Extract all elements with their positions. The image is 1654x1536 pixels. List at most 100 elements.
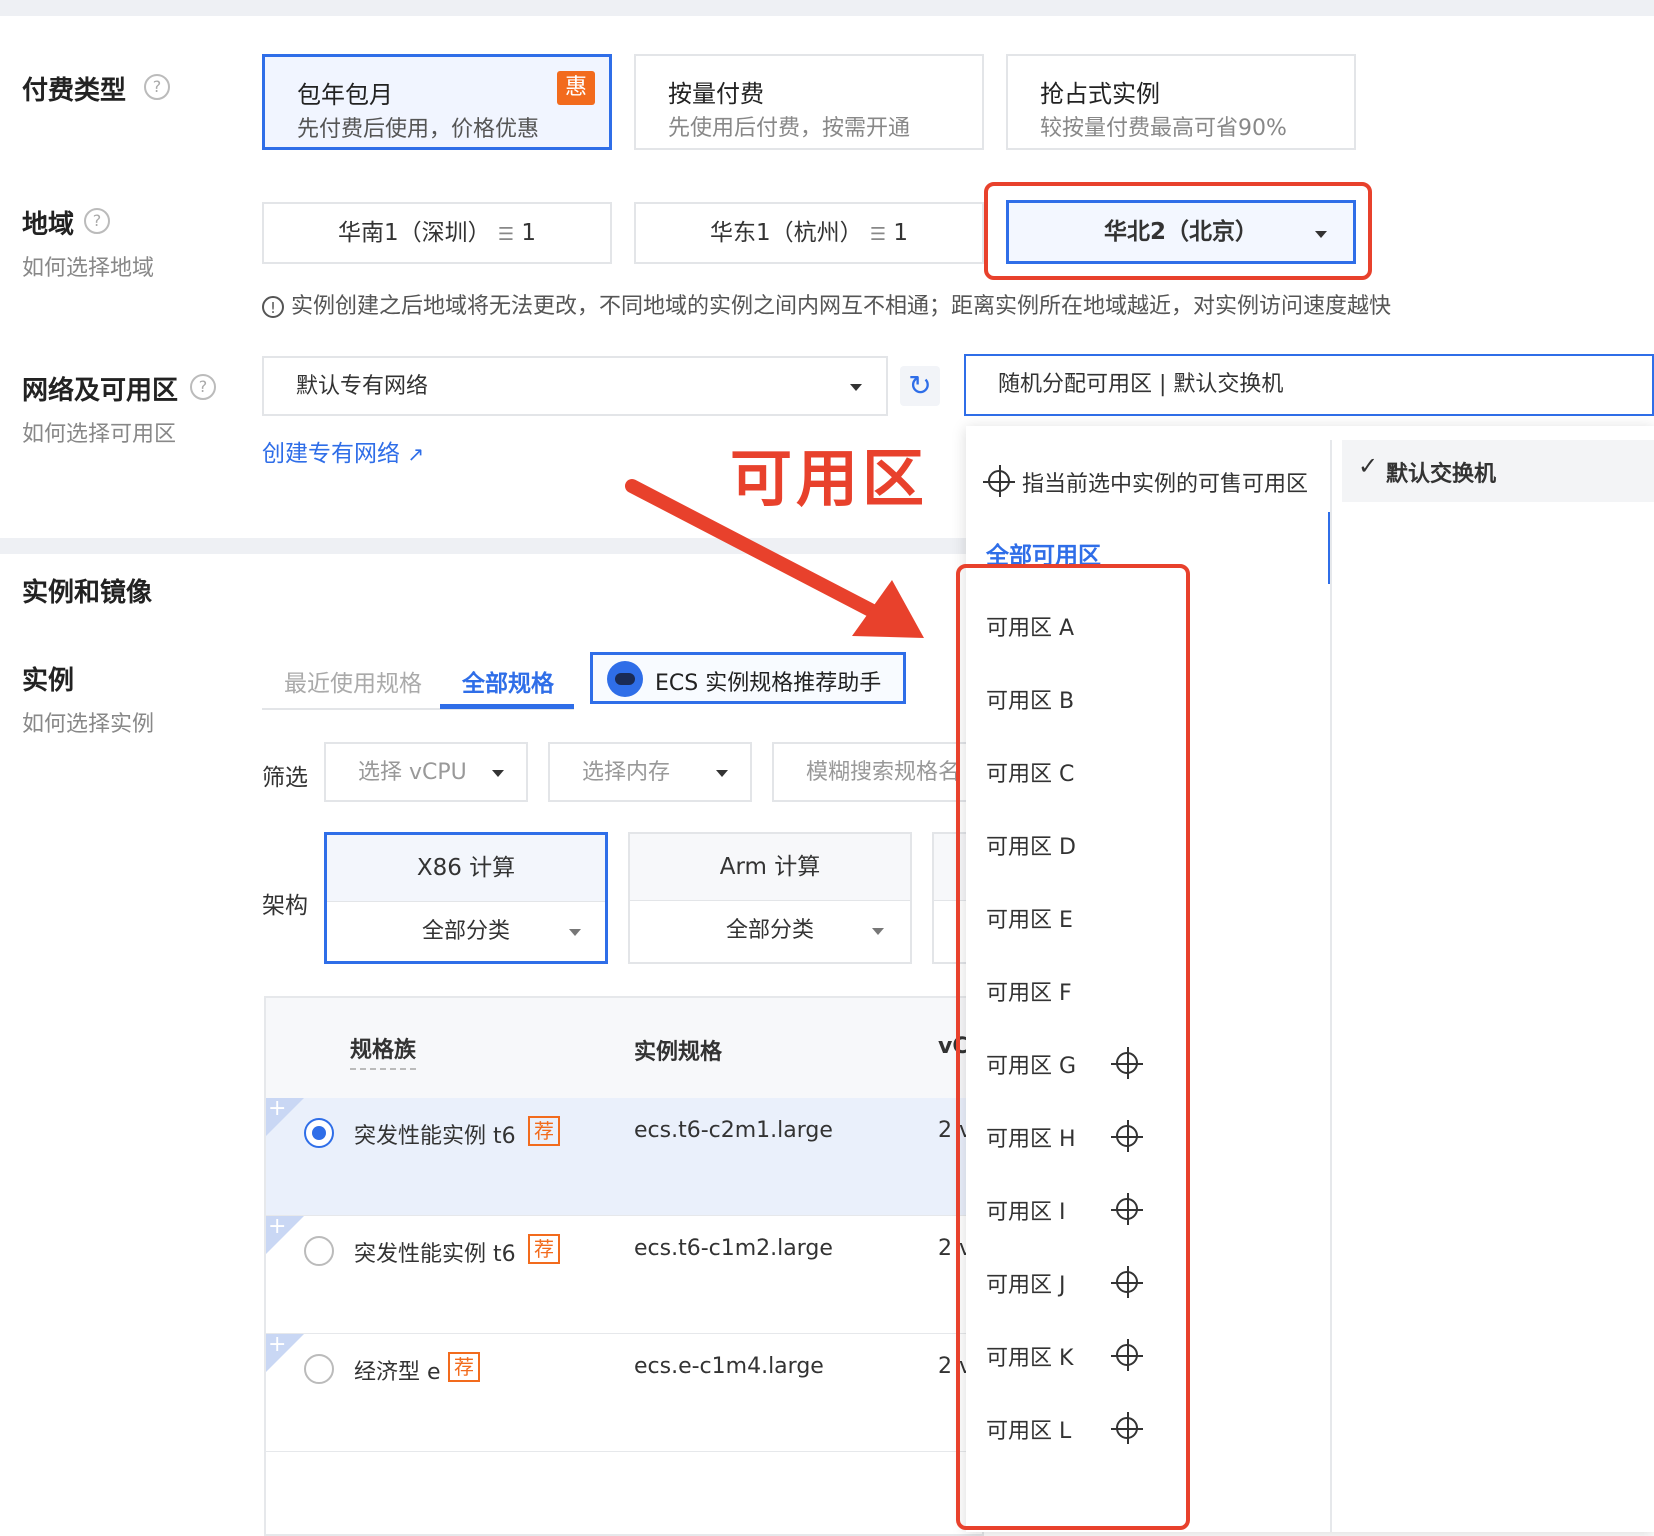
arch-label: 架构: [262, 893, 308, 919]
caret-down-icon: [569, 929, 581, 936]
spec-table: 规格族 实例规格 vC + 突发性能实例 t6 荐 ecs.t6-c2m1.la…: [264, 996, 984, 1536]
help-icon[interactable]: ?: [190, 374, 216, 400]
expand-icon[interactable]: +: [266, 1214, 304, 1254]
region-name: 华北2（北京）: [1103, 219, 1258, 245]
billing-option-desc: 先使用后付费，按需开通: [668, 116, 911, 141]
zone-select-value: 随机分配可用区 | 默认交换机: [998, 372, 1284, 397]
spec-assistant-button[interactable]: ECS 实例规格推荐助手: [590, 652, 906, 704]
robot-icon: [607, 661, 643, 697]
region-select-beijing[interactable]: 华北2（北京）: [1006, 200, 1356, 264]
vcpu-filter[interactable]: 选择 vCPU: [324, 742, 528, 802]
row-family: 突发性能实例 t6: [354, 1242, 516, 1267]
create-vpc-link[interactable]: 创建专有网络 ↗: [262, 434, 424, 468]
tab-all-specs[interactable]: 全部规格: [462, 664, 554, 698]
row-radio[interactable]: [304, 1118, 334, 1148]
table-row[interactable]: + 突发性能实例 t6 荐 ecs.t6-c2m1.large 2 v: [266, 1096, 982, 1216]
panel-divider: [1330, 440, 1332, 1532]
caret-down-icon: [492, 770, 504, 777]
annotation-arrow-icon: [625, 479, 924, 638]
top-divider: [0, 0, 1654, 16]
region-count: 1: [521, 220, 537, 246]
region-notice-text: 实例创建之后地域将无法更改，不同地域的实例之间内网互不相通；距离实例所在地域越近…: [291, 294, 1392, 319]
row-radio[interactable]: [304, 1354, 334, 1384]
caret-down-icon: [872, 928, 884, 935]
arch-arm[interactable]: Arm 计算 全部分类: [628, 832, 912, 964]
server-icon: ☰: [497, 224, 515, 245]
refresh-icon[interactable]: ↻: [900, 366, 940, 406]
caret-down-icon: [850, 384, 862, 391]
region-help-link[interactable]: 如何选择地域: [22, 250, 154, 282]
help-icon[interactable]: ?: [144, 74, 170, 100]
row-spec: ecs.t6-c2m1.large: [634, 1118, 833, 1143]
discount-badge: 惠: [557, 71, 595, 105]
switch-option-label: 默认交换机: [1386, 462, 1497, 487]
crosshair-icon: [983, 465, 1015, 497]
billing-option-title: 抢占式实例: [1040, 80, 1160, 108]
region-label: 地域: [22, 210, 75, 240]
vpc-select-value: 默认专有网络: [296, 374, 429, 399]
expand-icon[interactable]: +: [266, 1332, 304, 1372]
info-icon: !: [262, 296, 284, 318]
spec-assistant-label: ECS 实例规格推荐助手: [655, 671, 882, 696]
vcpu-filter-placeholder: 选择 vCPU: [358, 760, 467, 785]
region-option-hangzhou[interactable]: 华东1（杭州） ☰ 1: [634, 202, 984, 264]
row-radio[interactable]: [304, 1236, 334, 1266]
table-header: 规格族 实例规格 vC: [266, 998, 982, 1098]
row-spec: ecs.e-c1m4.large: [634, 1354, 824, 1379]
highlight-box-zones: [956, 564, 1190, 1530]
recommend-tag: 荐: [448, 1352, 480, 1382]
memory-filter-placeholder: 选择内存: [582, 760, 671, 785]
help-icon[interactable]: ?: [84, 208, 110, 234]
caret-down-icon: [1315, 231, 1327, 238]
region-count: 1: [893, 220, 909, 246]
billing-option-desc: 较按量付费最高可省90%: [1040, 116, 1287, 141]
region-name: 华南1（深圳）: [337, 220, 491, 246]
billing-option-payg[interactable]: 按量付费 先使用后付费，按需开通: [634, 54, 984, 150]
billing-option-desc: 先付费后使用，价格优惠: [297, 117, 540, 142]
spec-search-input[interactable]: 模糊搜索规格名: [772, 742, 972, 802]
network-label: 网络及可用区: [22, 376, 179, 406]
arch-name: X86 计算: [327, 835, 605, 902]
arch-category-select[interactable]: 全部分类: [630, 900, 910, 962]
create-vpc-link-text: 创建专有网络: [262, 441, 400, 467]
filter-label: 筛选: [262, 765, 308, 791]
arch-name: Arm 计算: [630, 834, 910, 901]
recommend-tag: 荐: [528, 1234, 560, 1264]
region-name: 华东1（杭州）: [709, 220, 863, 246]
instance-help-link[interactable]: 如何选择实例: [22, 706, 154, 738]
arch-category-value: 全部分类: [421, 919, 510, 944]
region-notice: ! 实例创建之后地域将无法更改，不同地域的实例之间内网互不相通；距离实例所在地域…: [262, 288, 1391, 320]
spec-search-placeholder: 模糊搜索规格名: [806, 760, 961, 785]
table-row[interactable]: + 经济型 e 荐 ecs.e-c1m4.large 2 v: [266, 1332, 982, 1452]
region-option-shenzhen[interactable]: 华南1（深圳） ☰ 1: [262, 202, 612, 264]
tab-recent-specs[interactable]: 最近使用规格: [284, 664, 422, 698]
zone-help-link[interactable]: 如何选择可用区: [22, 416, 176, 448]
checkmark-icon: ✓: [1358, 452, 1379, 480]
arch-category-value: 全部分类: [725, 918, 814, 943]
arch-x86[interactable]: X86 计算 全部分类: [324, 832, 608, 964]
row-family: 经济型 e: [354, 1360, 441, 1385]
external-link-icon: ↗: [407, 442, 425, 466]
instance-label: 实例: [22, 666, 75, 696]
expand-icon[interactable]: +: [266, 1096, 304, 1136]
instance-section-title: 实例和镜像: [22, 578, 153, 608]
caret-down-icon: [716, 770, 728, 777]
billing-option-title: 包年包月: [297, 81, 393, 109]
server-icon: ☰: [869, 224, 887, 245]
vpc-select[interactable]: 默认专有网络: [262, 356, 888, 416]
tab-active-indicator: [440, 704, 574, 709]
column-header-family[interactable]: 规格族: [350, 1032, 417, 1070]
arch-category-select[interactable]: 全部分类: [327, 901, 605, 961]
billing-option-title: 按量付费: [668, 80, 764, 108]
table-row[interactable]: + 突发性能实例 t6 荐 ecs.t6-c1m2.large 2 v: [266, 1214, 982, 1334]
billing-option-subscription[interactable]: 包年包月 先付费后使用，价格优惠 惠: [262, 54, 612, 150]
row-family: 突发性能实例 t6: [354, 1124, 516, 1149]
billing-option-spot[interactable]: 抢占式实例 较按量付费最高可省90%: [1006, 54, 1356, 150]
zone-select-input[interactable]: 随机分配可用区 | 默认交换机: [964, 354, 1654, 416]
column-header-spec: 实例规格: [634, 1040, 723, 1065]
row-spec: ecs.t6-c1m2.large: [634, 1236, 833, 1261]
memory-filter[interactable]: 选择内存: [548, 742, 752, 802]
recommend-tag: 荐: [528, 1116, 560, 1146]
zone-hint-text: 指当前选中实例的可售可用区: [1022, 472, 1309, 497]
switch-option-default[interactable]: ✓ 默认交换机: [1342, 440, 1654, 502]
